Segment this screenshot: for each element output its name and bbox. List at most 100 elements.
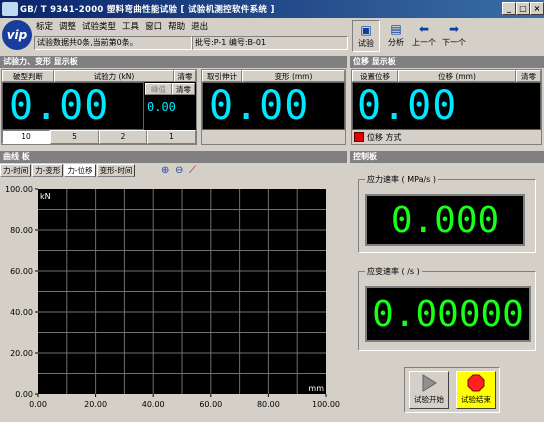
range-10-button[interactable]: 10 [2, 130, 50, 144]
play-icon [422, 374, 437, 392]
force-clear-button[interactable]: 清零 [174, 70, 196, 82]
set-disp-header[interactable]: 设置位移 [352, 70, 398, 82]
disp-value: 0.00 [357, 83, 458, 129]
app-logo-icon [2, 2, 18, 16]
disp-header: 位移 (mm) [398, 70, 516, 82]
window-title: GB/ T 9341-2000 塑料弯曲性能试验 [ 试验机测控软件系统 ] [20, 5, 275, 15]
x-axis-label: mm [308, 384, 324, 393]
menu-tools[interactable]: 工具 [122, 20, 139, 34]
y-tick-label: 20.00 [10, 349, 33, 358]
control-panel-title: 控制板 [350, 151, 544, 163]
mode-indicator-icon [354, 132, 364, 142]
test-icon: ▣ [360, 23, 372, 37]
stop-icon [467, 374, 485, 392]
tab-force-displacement[interactable]: 力-位移 [64, 164, 96, 177]
peak-label: 峰值 [145, 83, 172, 95]
menu-test-type[interactable]: 试验类型 [82, 20, 116, 34]
extensometer-header[interactable]: 取引伸计 [202, 70, 242, 82]
curve-tabs: 力-时间 力-变形 力-位移 变形-时间 [0, 164, 136, 178]
tab-deform-time[interactable]: 变形-时间 [96, 164, 136, 177]
analysis-icon: ▤ [390, 22, 402, 36]
analysis-button[interactable]: ▤ 分析 [382, 20, 410, 52]
chart-area: 100.00 80.00 60.00 40.00 20.00 0.00 0.00 20.00 4… [0, 179, 347, 422]
range-2-button[interactable]: 2 [99, 130, 147, 144]
arrow-right-icon: ➡ [448, 22, 460, 36]
next-button[interactable]: ➡ 下一个 [440, 20, 468, 52]
strain-rate-value: 0.00000 [372, 293, 524, 335]
disp-panel-title: 位移 显示板 [350, 56, 544, 68]
previous-button[interactable]: ⬅ 上一个 [410, 20, 438, 52]
disp-mode-row[interactable]: 位移 方式 [352, 130, 541, 144]
y-tick-label: 100.00 [5, 185, 33, 194]
y-tick-label: 80.00 [10, 226, 33, 235]
menu-window[interactable]: 窗口 [145, 20, 162, 34]
force-panel-title: 试验力、变形 显示板 [0, 56, 347, 68]
strain-rate-display: 0.00000 [365, 286, 531, 342]
disp-clear-button[interactable]: 清零 [516, 70, 541, 82]
strain-rate-group: 应变速率 ( /s ) 0.00000 [358, 266, 536, 351]
force-value: 0.00 [9, 83, 110, 129]
menu-bar: 标定 调整 试验类型 工具 窗口 帮助 退出 [36, 20, 208, 34]
strain-rate-label: 应变速率 ( /s ) [365, 266, 422, 277]
y-tick-label: 60.00 [10, 267, 33, 276]
y-axis-label: kN [40, 192, 51, 201]
info-bar: 试验数据共0条,当前第0条。 批号:P-1 编号:B-01 [34, 36, 348, 50]
zoom-in-icon[interactable]: ⊕ [161, 165, 169, 176]
tab-force-time[interactable]: 力-时间 [0, 164, 32, 177]
title-bar: GB/ T 9341-2000 塑料弯曲性能试验 [ 试验机测控软件系统 ] _… [0, 0, 544, 18]
curve-panel: 曲线 板 力-时间 力-变形 力-位移 变形-时间 ⊕ ⊖ ⟋ 100.00 80… [0, 151, 347, 422]
close-button[interactable]: × [530, 2, 544, 15]
menu-calibrate[interactable]: 标定 [36, 20, 53, 34]
next-button-label: 下一个 [442, 38, 466, 47]
curve-icon[interactable]: ⟋ [189, 165, 196, 176]
peak-clear-button[interactable]: 清零 [172, 83, 195, 95]
disp-box: 设置位移 位移 (mm) 清零 0.00 位移 方式 [351, 69, 542, 145]
x-tick-label: 20.00 [84, 400, 107, 409]
stress-rate-display: 0.000 [365, 194, 525, 246]
displacement-panel: 位移 显示板 设置位移 位移 (mm) 清零 0.00 位移 方式 [350, 56, 544, 146]
start-test-button[interactable]: 试验开始 [409, 371, 449, 409]
range-1-button[interactable]: 1 [147, 130, 196, 144]
disp-mode-label: 位移 方式 [367, 132, 402, 142]
vip-logo: vip [2, 20, 32, 50]
end-test-button[interactable]: 试验结束 [456, 371, 496, 409]
disp-display: 0.00 [352, 82, 541, 130]
menu-help[interactable]: 帮助 [168, 20, 185, 34]
deform-box: 取引伸计 变形 (mm) 0.00 [201, 69, 346, 145]
menu-exit[interactable]: 退出 [191, 20, 208, 34]
deform-header: 变形 (mm) [242, 70, 345, 82]
x-tick-label: 40.00 [142, 400, 165, 409]
force-display: 0.00 [2, 82, 144, 130]
range-5-button[interactable]: 5 [50, 130, 99, 144]
peak-value: 0.00 [147, 100, 176, 114]
stress-rate-value: 0.000 [390, 199, 500, 241]
zoom-out-icon[interactable]: ⊖ [175, 165, 183, 176]
curve-panel-title: 曲线 板 [0, 151, 347, 163]
control-panel: 控制板 应力速率 ( MPa/s ) 0.000 应变速率 ( /s ) 0.0… [350, 151, 544, 422]
force-box: 破型判断 试验力 (kN) 清零 0.00 峰值 清零 0.00 10 5 2 … [1, 69, 197, 145]
force-deform-panel: 试验力、变形 显示板 破型判断 试验力 (kN) 清零 0.00 峰值 清零 0… [0, 56, 347, 146]
batch-number: 批号:P-1 编号:B-01 [192, 36, 348, 50]
x-tick-label: 80.00 [257, 400, 280, 409]
x-tick-label: 60.00 [199, 400, 222, 409]
start-test-label: 试验开始 [414, 395, 444, 404]
tab-force-deform[interactable]: 力-变形 [32, 164, 64, 177]
y-tick-label: 0.00 [15, 390, 33, 399]
y-tick-label: 40.00 [10, 308, 33, 317]
x-tick-label: 0.00 [29, 400, 47, 409]
end-test-label: 试验结束 [461, 395, 491, 404]
app-window: GB/ T 9341-2000 塑料弯曲性能试验 [ 试验机测控软件系统 ] _… [0, 0, 544, 422]
break-judge-header[interactable]: 破型判断 [2, 70, 54, 82]
analysis-button-label: 分析 [388, 38, 404, 47]
maximize-button[interactable]: □ [516, 2, 530, 15]
stress-rate-label: 应力速率 ( MPa/s ) [365, 174, 439, 185]
test-button-label: 试验 [358, 39, 374, 48]
force-displacement-chart[interactable]: 100.00 80.00 60.00 40.00 20.00 0.000.00 20.00 4… [0, 179, 347, 422]
menu-adjust[interactable]: 调整 [59, 20, 76, 34]
range-selector: 10 5 2 1 [2, 130, 196, 144]
minimize-button[interactable]: _ [502, 2, 516, 15]
stress-rate-group: 应力速率 ( MPa/s ) 0.000 [358, 174, 536, 253]
test-button[interactable]: ▣ 试验 [352, 20, 380, 52]
deform-footer [202, 130, 345, 144]
x-tick-label: 100.00 [312, 400, 340, 409]
